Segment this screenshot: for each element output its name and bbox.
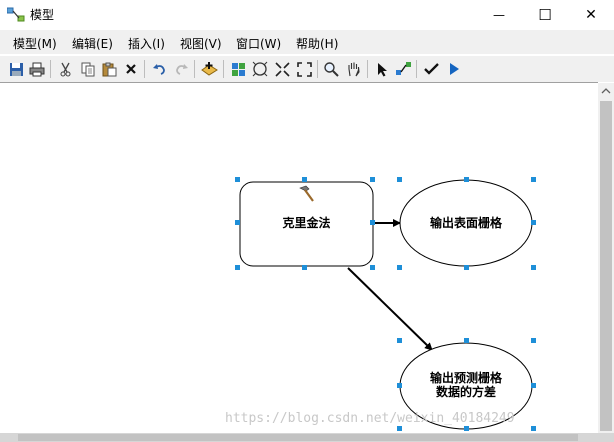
- zoom-in-fixed-button[interactable]: [273, 59, 291, 79]
- paste-button[interactable]: [100, 59, 118, 79]
- selection-handle[interactable]: [531, 220, 536, 225]
- selection-handle[interactable]: [397, 426, 402, 431]
- toolbar: [0, 56, 614, 82]
- menu-insert[interactable]: 插入(I): [128, 35, 165, 52]
- output2-label-line1[interactable]: 输出预测栅格: [400, 371, 532, 385]
- auto-layout-icon: [231, 62, 245, 76]
- zoom-out-fixed-button[interactable]: [295, 59, 313, 79]
- auto-layout-button[interactable]: [229, 59, 247, 79]
- run-icon: [450, 63, 459, 75]
- zoom-in-fixed-icon: [274, 61, 290, 77]
- zoom-button[interactable]: [322, 59, 340, 79]
- toolbar-separator: [194, 60, 195, 78]
- selection-handle[interactable]: [397, 338, 402, 343]
- menu-view[interactable]: 视图(V): [180, 35, 222, 52]
- menu-edit[interactable]: 编辑(E): [72, 35, 113, 52]
- pan-button[interactable]: [345, 59, 363, 79]
- selection-handle[interactable]: [464, 177, 469, 182]
- vertical-scroll-thumb[interactable]: [600, 101, 612, 431]
- toolbar-separator: [144, 60, 145, 78]
- copy-icon: [81, 62, 94, 76]
- save-icon: [9, 62, 23, 76]
- validate-button[interactable]: [422, 59, 440, 79]
- model-canvas[interactable]: 克里金法 输出表面栅格 输出预测栅格 数据的方差 https://blog.cs…: [0, 82, 598, 434]
- model-app-icon: [7, 7, 25, 22]
- toolbar-separator: [367, 60, 368, 78]
- selection-handle[interactable]: [302, 177, 307, 182]
- validate-icon: [423, 63, 439, 75]
- add-data-button[interactable]: [200, 59, 218, 79]
- selection-handle[interactable]: [531, 338, 536, 343]
- cut-icon: [60, 62, 70, 76]
- print-button[interactable]: [28, 59, 46, 79]
- selection-handle[interactable]: [397, 177, 402, 182]
- close-button[interactable]: ✕: [568, 0, 614, 30]
- toolbar-separator: [50, 60, 51, 78]
- vertical-scrollbar[interactable]: [598, 83, 614, 433]
- output2-label-line2[interactable]: 数据的方差: [400, 385, 532, 399]
- title-bar: 模型 — ☐ ✕: [0, 0, 614, 30]
- cut-button[interactable]: [56, 59, 74, 79]
- selection-handle[interactable]: [370, 220, 375, 225]
- selection-handle[interactable]: [531, 383, 536, 388]
- window-title: 模型: [30, 8, 55, 22]
- copy-button[interactable]: [79, 59, 97, 79]
- redo-icon: [175, 64, 188, 75]
- tool-kriging-label[interactable]: 克里金法: [240, 216, 373, 230]
- save-button[interactable]: [7, 59, 25, 79]
- selection-handle[interactable]: [370, 177, 375, 182]
- horizontal-scroll-thumb[interactable]: [18, 434, 578, 441]
- minimize-button[interactable]: —: [476, 0, 522, 30]
- undo-icon: [152, 64, 165, 75]
- selection-handle[interactable]: [397, 265, 402, 270]
- maximize-button[interactable]: ☐: [522, 0, 568, 30]
- selection-handle[interactable]: [464, 338, 469, 343]
- full-extent-button[interactable]: [251, 59, 269, 79]
- selection-handle[interactable]: [302, 265, 307, 270]
- selection-handle[interactable]: [464, 265, 469, 270]
- add-data-icon: [200, 61, 218, 76]
- close-icon: ✕: [585, 7, 597, 23]
- toolbar-separator: [223, 60, 224, 78]
- horizontal-scrollbar[interactable]: [0, 433, 614, 442]
- toolbar-separator: [416, 60, 417, 78]
- hammer-icon: [299, 185, 314, 202]
- selection-handle[interactable]: [370, 265, 375, 270]
- output1-label[interactable]: 输出表面栅格: [400, 216, 532, 230]
- scroll-up-icon[interactable]: [598, 85, 614, 97]
- pan-icon: [348, 62, 360, 77]
- menu-help[interactable]: 帮助(H): [296, 35, 338, 52]
- undo-button[interactable]: [150, 59, 168, 79]
- selection-handle[interactable]: [531, 177, 536, 182]
- select-button[interactable]: [373, 59, 391, 79]
- zoom-out-fixed-icon: [296, 61, 312, 77]
- delete-button[interactable]: [122, 59, 140, 79]
- delete-icon: [126, 64, 136, 74]
- run-button[interactable]: [445, 59, 463, 79]
- connector-tool-to-output2: [347, 267, 433, 351]
- full-extent-icon: [252, 61, 268, 77]
- menu-bar: 模型(M) 编辑(E) 插入(I) 视图(V) 窗口(W) 帮助(H): [0, 30, 614, 54]
- select-icon: [377, 62, 387, 76]
- redo-button[interactable]: [172, 59, 190, 79]
- menu-window[interactable]: 窗口(W): [236, 35, 281, 52]
- selection-handle[interactable]: [531, 426, 536, 431]
- menu-model[interactable]: 模型(M): [13, 35, 57, 52]
- watermark-text: https://blog.csdn.net/weixin_40184249: [225, 411, 515, 426]
- paste-icon: [102, 62, 116, 76]
- selection-handle[interactable]: [464, 426, 469, 431]
- selection-handle[interactable]: [397, 383, 402, 388]
- minimize-icon: —: [493, 8, 505, 22]
- connect-icon: [395, 62, 411, 75]
- connect-button[interactable]: [394, 59, 412, 79]
- zoom-icon: [324, 62, 339, 77]
- selection-handle[interactable]: [235, 220, 240, 225]
- selection-handle[interactable]: [235, 265, 240, 270]
- toolbar-separator: [317, 60, 318, 78]
- selection-handle[interactable]: [235, 177, 240, 182]
- print-icon: [29, 62, 45, 76]
- maximize-icon: ☐: [538, 6, 552, 24]
- selection-handle[interactable]: [531, 265, 536, 270]
